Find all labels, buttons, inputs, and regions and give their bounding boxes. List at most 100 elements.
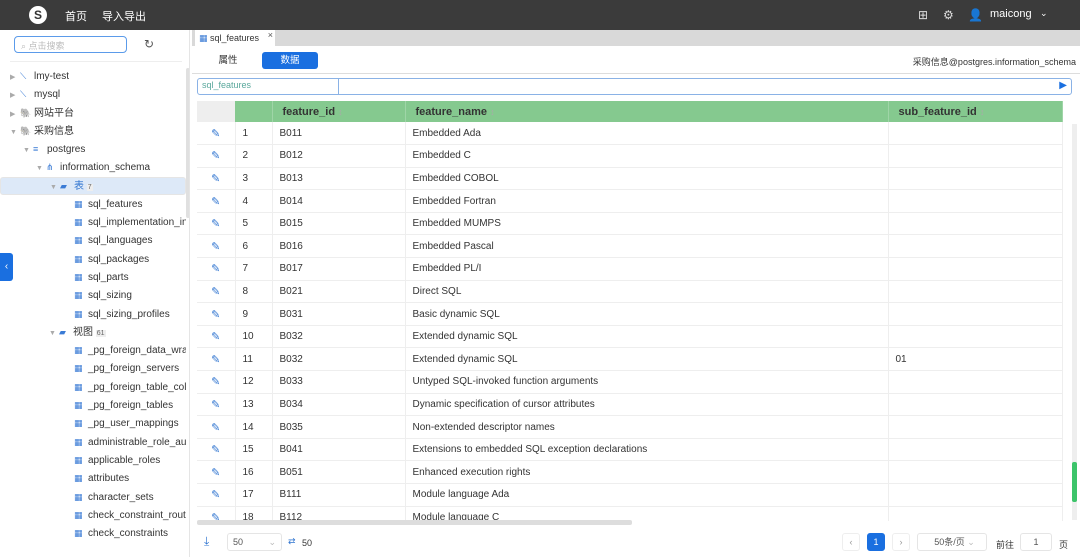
feature-id-cell[interactable]: B051 xyxy=(272,460,406,484)
refresh-icon[interactable]: ↻ xyxy=(144,37,154,51)
feature-name-cell[interactable]: Embedded Fortran xyxy=(405,189,889,213)
tree-item[interactable]: ▦ character_sets xyxy=(0,488,186,506)
table-name-field[interactable]: sql_features xyxy=(198,79,339,94)
feature-name-cell[interactable]: Dynamic specification of cursor attribut… xyxy=(405,393,889,417)
table-row[interactable]: ✎ 5 B015 Embedded MUMPS xyxy=(197,212,1063,236)
chevron-down-icon[interactable]: ⌄ xyxy=(1040,8,1048,19)
table-row[interactable]: ✎ 17 B111 Module language Ada xyxy=(197,483,1063,507)
limit-select[interactable]: 50 ⌄ xyxy=(227,533,282,551)
feature-name-cell[interactable]: Embedded MUMPS xyxy=(405,212,889,236)
table-row[interactable]: ✎ 1 B011 Embedded Ada xyxy=(197,122,1063,146)
sub-feature-id-cell[interactable] xyxy=(888,393,1063,417)
sidebar-scrollbar[interactable] xyxy=(186,68,189,218)
expand-arrow-icon[interactable]: ▼ xyxy=(23,142,33,158)
feature-name-cell[interactable]: Embedded C xyxy=(405,144,889,168)
edit-icon[interactable]: ✎ xyxy=(197,122,236,146)
sub-feature-id-cell[interactable] xyxy=(888,370,1063,394)
column-header-sub-feature-id[interactable]: sub_feature_id ↕ xyxy=(888,101,1063,122)
edit-icon[interactable]: ✎ xyxy=(197,167,236,191)
expand-arrow-icon[interactable]: ▼ xyxy=(36,160,46,176)
tree-item[interactable]: ▦ check_constraint_routine_usage xyxy=(0,506,186,524)
table-row[interactable]: ✎ 7 B017 Embedded PL/I xyxy=(197,257,1063,281)
feature-name-cell[interactable]: Non-extended descriptor names xyxy=(405,415,889,439)
feature-name-cell[interactable]: Extended dynamic SQL xyxy=(405,325,889,349)
tree-item[interactable]: ▦ sql_packages xyxy=(0,250,186,268)
sub-feature-id-cell[interactable] xyxy=(888,483,1063,507)
table-row[interactable]: ✎ 6 B016 Embedded Pascal xyxy=(197,234,1063,259)
row-number[interactable]: 7 xyxy=(235,257,273,281)
row-number[interactable]: 15 xyxy=(235,438,273,462)
feature-name-cell[interactable]: Embedded Ada xyxy=(405,122,889,146)
sub-feature-id-cell[interactable] xyxy=(888,325,1063,349)
sub-feature-id-cell[interactable] xyxy=(888,212,1063,236)
edit-icon[interactable]: ✎ xyxy=(197,438,236,462)
table-row[interactable]: ✎ 18 B112 Module language C xyxy=(197,506,1063,521)
row-number[interactable]: 4 xyxy=(235,189,273,213)
table-row[interactable]: ✎ 10 B032 Extended dynamic SQL xyxy=(197,325,1063,349)
edit-icon[interactable]: ✎ xyxy=(197,506,236,521)
feature-id-cell[interactable]: B033 xyxy=(272,370,406,394)
expand-arrow-icon[interactable]: ▶ xyxy=(10,87,20,103)
expand-arrow-icon[interactable]: ▼ xyxy=(10,124,20,140)
user-icon[interactable]: 👤 xyxy=(968,8,983,22)
collapse-sidebar-button[interactable]: ‹ xyxy=(0,253,13,281)
edit-icon[interactable]: ✎ xyxy=(197,415,236,439)
tree-item[interactable]: ▦ _pg_user_mappings xyxy=(0,414,186,432)
sub-feature-id-cell[interactable] xyxy=(888,122,1063,146)
row-number[interactable]: 11 xyxy=(235,347,273,372)
translate-icon[interactable]: ⊞ xyxy=(918,8,928,22)
table-row[interactable]: ✎ 12 B033 Untyped SQL-invoked function argu… xyxy=(197,370,1063,394)
username[interactable]: maicong xyxy=(990,8,1032,20)
sub-feature-id-cell[interactable] xyxy=(888,189,1063,213)
tree-item[interactable]: ▶ ⟍ lmy-test xyxy=(0,67,186,85)
tree-item[interactable]: ▦ sql_parts xyxy=(0,268,186,286)
feature-id-cell[interactable]: B111 xyxy=(272,483,406,507)
edit-icon[interactable]: ✎ xyxy=(197,370,236,394)
feature-id-cell[interactable]: B015 xyxy=(272,212,406,236)
sub-feature-id-cell[interactable] xyxy=(888,302,1063,326)
prev-page-button[interactable]: ‹ xyxy=(842,533,860,551)
sub-feature-id-cell[interactable] xyxy=(888,257,1063,281)
row-number[interactable]: 6 xyxy=(235,234,273,259)
sub-feature-id-cell[interactable] xyxy=(888,506,1063,521)
feature-id-cell[interactable]: B011 xyxy=(272,122,406,146)
table-row[interactable]: ✎ 14 B035 Non-extended descriptor names xyxy=(197,415,1063,439)
tree-item[interactable]: ▦ _pg_foreign_data_wrappers xyxy=(0,341,186,359)
expand-arrow-icon[interactable]: ▶ xyxy=(10,69,20,85)
feature-name-cell[interactable]: Basic dynamic SQL xyxy=(405,302,889,326)
run-icon[interactable]: ▶ xyxy=(1059,80,1067,91)
feature-name-cell[interactable]: Extended dynamic SQL xyxy=(405,347,889,372)
table-row[interactable]: ✎ 11 B032 Extended dynamic SQL 01 xyxy=(197,347,1063,372)
sub-feature-id-cell[interactable] xyxy=(888,438,1063,462)
row-number[interactable]: 12 xyxy=(235,370,273,394)
row-number[interactable]: 5 xyxy=(235,212,273,236)
table-row[interactable]: ✎ 9 B031 Basic dynamic SQL xyxy=(197,302,1063,326)
feature-id-cell[interactable]: B021 xyxy=(272,280,406,304)
tree-item[interactable]: ▦ sql_implementation_info xyxy=(0,213,186,231)
tree-item[interactable]: ▦ attributes xyxy=(0,469,186,487)
sub-feature-id-cell[interactable]: 01 xyxy=(888,347,1063,372)
feature-name-cell[interactable]: Module language C xyxy=(405,506,889,521)
grid-scroll-thumb[interactable] xyxy=(1072,462,1077,502)
table-row[interactable]: ✎ 3 B013 Embedded COBOL xyxy=(197,167,1063,191)
sub-feature-id-cell[interactable] xyxy=(888,234,1063,259)
edit-icon[interactable]: ✎ xyxy=(197,302,236,326)
feature-id-cell[interactable]: B012 xyxy=(272,144,406,168)
edit-icon[interactable]: ✎ xyxy=(197,234,236,259)
edit-icon[interactable]: ✎ xyxy=(197,325,236,349)
edit-icon[interactable]: ✎ xyxy=(197,347,236,372)
tab-sql-features[interactable]: ▦ sql_features × xyxy=(195,30,275,46)
feature-id-cell[interactable]: B041 xyxy=(272,438,406,462)
row-number[interactable]: 14 xyxy=(235,415,273,439)
grid-vertical-scrollbar[interactable] xyxy=(1072,124,1077,520)
table-row[interactable]: ✎ 2 B012 Embedded C xyxy=(197,144,1063,168)
table-row[interactable]: ✎ 15 B041 Extensions to embedded SQL except… xyxy=(197,438,1063,462)
edit-icon[interactable]: ✎ xyxy=(197,280,236,304)
edit-icon[interactable]: ✎ xyxy=(197,483,236,507)
page-1-button[interactable]: 1 xyxy=(867,533,885,551)
tree-item[interactable]: ▦ sql_languages xyxy=(0,231,186,249)
download-icon[interactable]: ⤓ xyxy=(204,534,209,549)
feature-id-cell[interactable]: B016 xyxy=(272,234,406,259)
sub-feature-id-cell[interactable] xyxy=(888,280,1063,304)
query-input[interactable] xyxy=(340,79,1051,94)
